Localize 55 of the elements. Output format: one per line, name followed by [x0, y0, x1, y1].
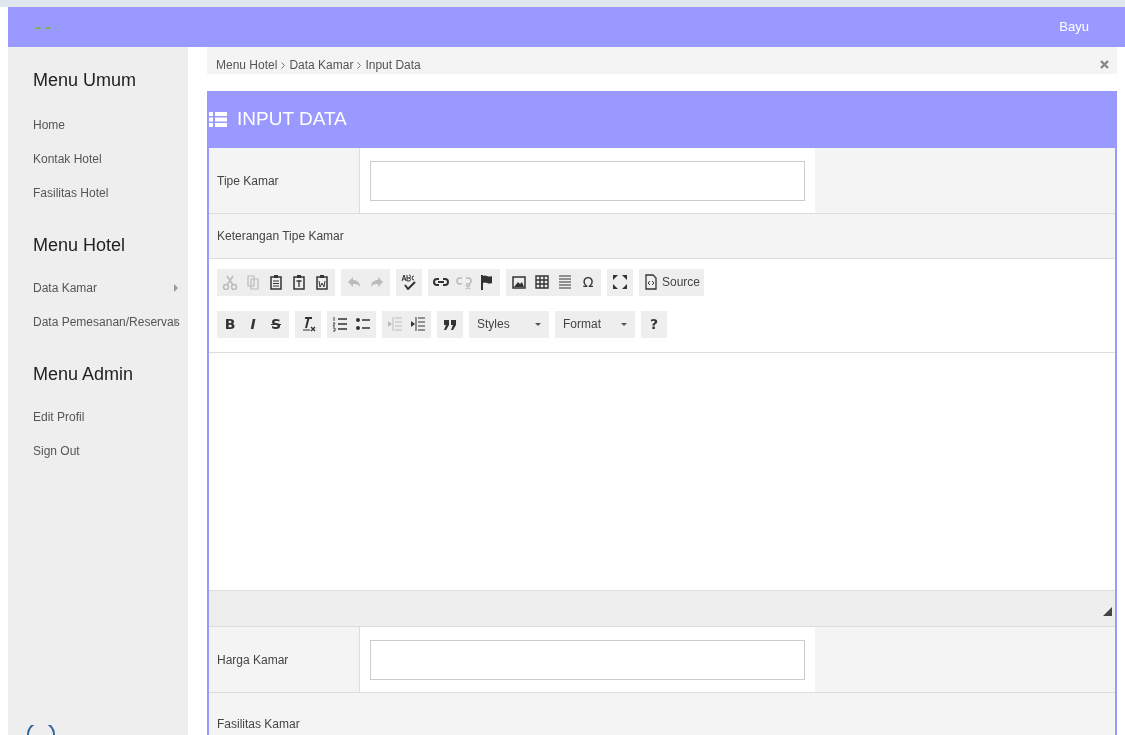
caret-icon — [621, 322, 627, 326]
image-icon — [511, 274, 527, 290]
bullist-icon — [355, 316, 371, 332]
paste-text-icon — [291, 274, 307, 290]
numlist-icon — [332, 316, 348, 332]
dropdown[interactable]: Styles — [469, 310, 549, 338]
sidebar-link[interactable]: Kontak Hotel — [33, 150, 102, 168]
removeformat-icon — [300, 316, 316, 332]
list-icon — [209, 112, 227, 127]
toolbar-button[interactable]: Ω — [577, 270, 599, 294]
input-field[interactable] — [370, 639, 805, 680]
panel-title: INPUT DATA — [237, 107, 347, 132]
caret-icon — [535, 322, 541, 326]
outdent-icon — [387, 316, 403, 332]
section-heading: Menu Umum — [33, 69, 138, 92]
dropdown[interactable]: Format — [555, 310, 635, 338]
source-icon — [643, 274, 659, 290]
breadcrumb-item[interactable]: Menu Hotel — [216, 56, 278, 74]
maximize-icon — [612, 274, 628, 290]
close-icon[interactable] — [1100, 60, 1109, 69]
field-label: Keterangan Tipe Kamar — [217, 228, 344, 245]
hline-icon — [557, 274, 573, 290]
toolbar-button[interactable]: I — [242, 312, 264, 336]
copy-icon — [245, 274, 261, 290]
table-icon — [534, 274, 550, 290]
sidebar-link[interactable]: Sign Out — [33, 442, 80, 460]
logo-icon — [34, 24, 52, 30]
field-label: Fasilitas Kamar — [217, 717, 300, 731]
chevron-icon — [357, 61, 362, 69]
toolbar-button[interactable]: B — [219, 312, 241, 336]
sidebar-link[interactable]: Data Kamar — [33, 279, 98, 297]
toolbar-button[interactable]: ? — [643, 312, 665, 336]
breadcrumb-item[interactable]: Data Kamar — [289, 56, 354, 74]
paste-word-icon — [314, 274, 330, 290]
section-heading: Menu Hotel — [33, 234, 127, 257]
indent-icon — [410, 316, 426, 332]
section-heading: Menu Admin — [33, 363, 135, 386]
field-label: Harga Kamar — [217, 651, 289, 669]
source-button[interactable]: Source — [641, 270, 703, 294]
spellcheck-icon — [401, 274, 417, 290]
breadcrumb-item: Input Data — [365, 57, 421, 74]
chevron-icon — [281, 61, 286, 69]
cut-icon — [222, 274, 238, 290]
sidebar-link[interactable]: Home — [33, 116, 65, 134]
sidebar-link[interactable]: Fasilitas Hotel — [33, 184, 109, 202]
input-field[interactable] — [370, 160, 805, 201]
paste-icon — [268, 274, 284, 290]
unlink-icon — [456, 274, 472, 290]
sidebar-link[interactable]: Data Pemesanan/Reservas — [33, 313, 180, 331]
redo-icon — [369, 274, 385, 290]
toolbar-button[interactable]: S — [265, 312, 287, 336]
resize-handle-icon[interactable] — [1103, 607, 1112, 616]
field-label: Tipe Kamar — [217, 172, 279, 190]
anchor-icon — [479, 274, 495, 290]
sidebar-link[interactable]: Edit Profil — [33, 408, 85, 426]
